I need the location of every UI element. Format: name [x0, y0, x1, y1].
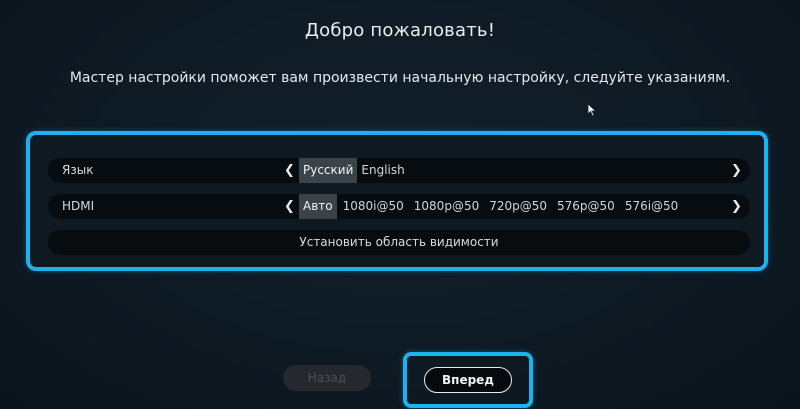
hdmi-option-576p50[interactable]: 576p@50	[553, 194, 619, 219]
language-option-english[interactable]: English	[357, 158, 408, 183]
set-visible-area-button[interactable]: Установить область видимости	[48, 230, 750, 255]
chevron-left-icon[interactable]: ❮	[284, 158, 295, 183]
language-label: Язык	[62, 163, 94, 177]
page-title: Добро пожаловать!	[304, 20, 496, 41]
hdmi-options: Авто 1080i@50 1080p@50 720p@50 576p@50 5…	[299, 194, 682, 219]
hdmi-label: HDMI	[62, 199, 95, 213]
hdmi-option-576i50[interactable]: 576i@50	[621, 194, 683, 219]
hdmi-row[interactable]: HDMI ❮ Авто 1080i@50 1080p@50 720p@50 57…	[48, 194, 750, 219]
chevron-right-icon[interactable]: ❯	[731, 158, 742, 183]
next-button[interactable]: Вперед	[424, 367, 512, 393]
language-options: Русский English	[299, 158, 409, 183]
hdmi-option-720p50[interactable]: 720p@50	[485, 194, 551, 219]
chevron-right-icon[interactable]: ❯	[731, 194, 742, 219]
language-row[interactable]: Язык ❮ Русский English ❯	[48, 158, 750, 183]
mouse-cursor-icon	[587, 103, 597, 117]
visible-area-label: Установить область видимости	[299, 235, 499, 249]
hdmi-option-1080i50[interactable]: 1080i@50	[339, 194, 408, 219]
language-option-russian[interactable]: Русский	[299, 158, 358, 183]
setup-wizard-screen: Добро пожаловать! Мастер настройки помож…	[0, 0, 800, 409]
chevron-left-icon[interactable]: ❮	[284, 194, 295, 219]
settings-panel: Язык ❮ Русский English ❯ HDMI ❮ Авто 108…	[26, 131, 768, 271]
next-button-focus-frame: Вперед	[403, 352, 533, 408]
hdmi-option-1080p50[interactable]: 1080p@50	[410, 194, 483, 219]
hdmi-option-auto[interactable]: Авто	[299, 194, 337, 219]
back-button[interactable]: Назад	[283, 365, 371, 391]
page-subtitle: Мастер настройки поможет вам произвести …	[69, 70, 731, 86]
